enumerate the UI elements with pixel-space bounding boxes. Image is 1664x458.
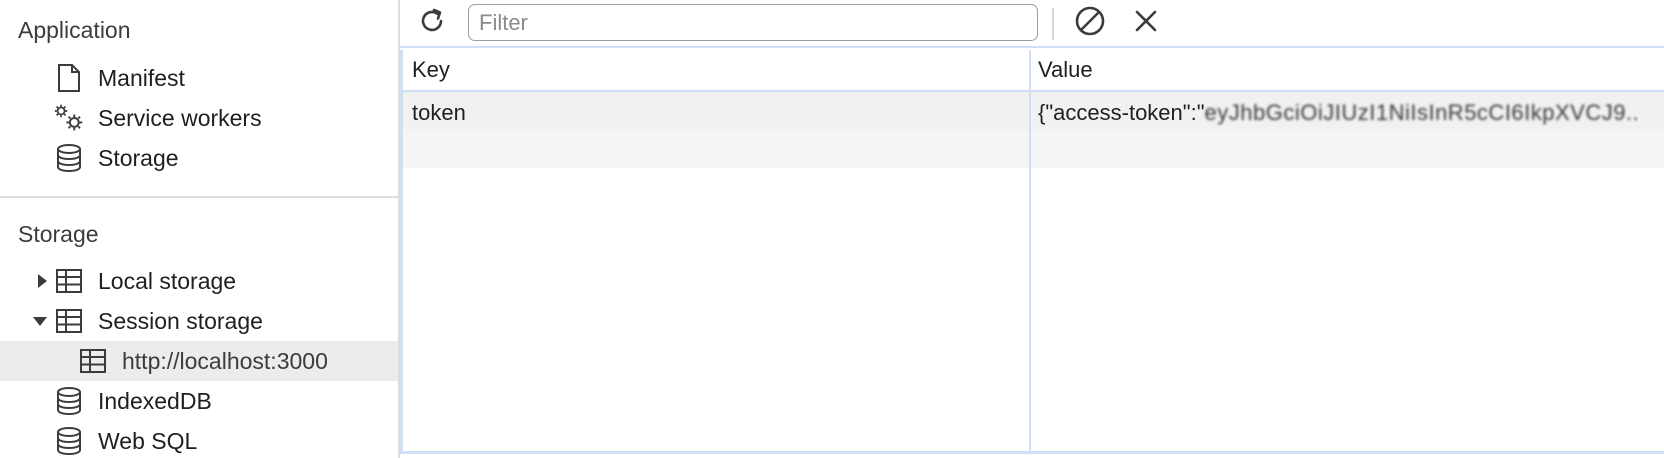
sidebar-item-label: http://localhost:3000 bbox=[122, 347, 328, 374]
document-icon bbox=[54, 63, 84, 93]
sidebar-item-manifest[interactable]: Manifest bbox=[0, 58, 398, 98]
column-header-value[interactable]: Value bbox=[1038, 57, 1093, 83]
sidebar-item-storage[interactable]: Storage bbox=[0, 138, 398, 178]
refresh-button[interactable] bbox=[414, 5, 450, 41]
sidebar-item-label: Local storage bbox=[98, 267, 237, 294]
table-row-empty[interactable] bbox=[403, 130, 1664, 168]
value-prefix: {"access-token":" bbox=[1038, 100, 1205, 125]
toolbar-separator bbox=[1052, 8, 1054, 40]
key-value-table: Key Value token {"access-token":"eyJhbGc… bbox=[400, 50, 1664, 454]
sidebar-item-web-sql[interactable]: Web SQL bbox=[0, 421, 398, 458]
table-row[interactable]: token {"access-token":"eyJhbGciOiJIUzI1N… bbox=[403, 92, 1664, 130]
value-obscured: eyJhbGciOiJIUzI1NiIsInR5cCI6IkpXVCJ9... bbox=[1204, 100, 1638, 125]
sidebar-item-label: Manifest bbox=[98, 64, 185, 91]
table-icon bbox=[78, 346, 108, 376]
delete-selected-button[interactable] bbox=[1128, 5, 1164, 41]
collapse-arrow-icon[interactable] bbox=[32, 313, 48, 329]
refresh-icon bbox=[417, 6, 447, 41]
expand-arrow-icon[interactable] bbox=[34, 273, 50, 289]
database-icon bbox=[54, 143, 84, 173]
sidebar-item-service-workers[interactable]: Service workers bbox=[0, 98, 398, 138]
filter-input[interactable] bbox=[468, 4, 1038, 41]
database-icon bbox=[54, 426, 84, 456]
storage-view: Key Value token {"access-token":"eyJhbGc… bbox=[400, 0, 1664, 458]
cell-key: token bbox=[412, 100, 466, 125]
application-section-title: Application bbox=[18, 17, 131, 43]
sidebar-item-label: Storage bbox=[98, 144, 179, 171]
sidebar-item-label: Web SQL bbox=[98, 427, 198, 454]
sidebar-item-localhost-3000[interactable]: http://localhost:3000 bbox=[0, 341, 398, 381]
toolbar bbox=[400, 0, 1664, 48]
column-header-key[interactable]: Key bbox=[412, 57, 450, 83]
database-icon bbox=[54, 386, 84, 416]
sidebar-item-local-storage[interactable]: Local storage bbox=[0, 261, 398, 301]
sidebar-item-indexeddb[interactable]: IndexedDB bbox=[0, 381, 398, 421]
column-divider[interactable] bbox=[1029, 50, 1031, 451]
clear-all-button[interactable] bbox=[1072, 5, 1108, 41]
sidebar-item-session-storage[interactable]: Session storage bbox=[0, 301, 398, 341]
close-icon bbox=[1133, 8, 1159, 39]
table-header: Key Value bbox=[403, 50, 1664, 92]
cell-value: {"access-token":"eyJhbGciOiJIUzI1NiIsInR… bbox=[1038, 100, 1638, 126]
storage-section-title: Storage bbox=[18, 221, 99, 247]
sidebar-item-label: IndexedDB bbox=[98, 387, 212, 414]
table-icon bbox=[54, 266, 84, 296]
sidebar-item-label: Session storage bbox=[98, 307, 263, 334]
sidebar-item-label: Service workers bbox=[98, 104, 262, 131]
block-icon bbox=[1074, 5, 1106, 42]
gears-icon bbox=[54, 103, 84, 133]
section-divider bbox=[0, 196, 400, 198]
table-icon bbox=[54, 306, 84, 336]
sidebar: Application Manifest Service workers Sto… bbox=[0, 0, 400, 458]
